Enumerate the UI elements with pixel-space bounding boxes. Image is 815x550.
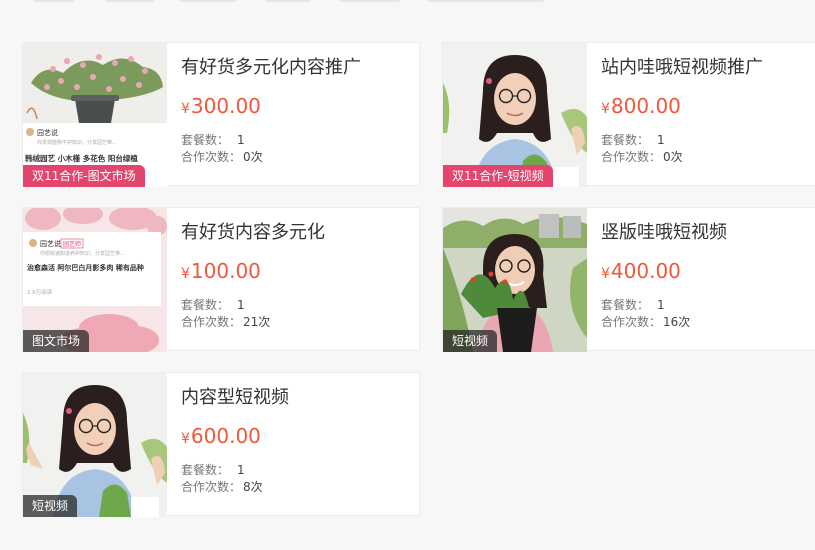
card-title[interactable]: 有好货多元化内容推广: [181, 53, 361, 79]
package-value: 1: [657, 298, 665, 312]
thumb-description: 你想快速知道养护知识，分享园艺带...: [40, 250, 125, 257]
category-tag: 短视频: [23, 495, 78, 517]
card-title[interactable]: 内容型短视频: [181, 383, 289, 409]
package-count: 套餐数： 1: [601, 131, 665, 148]
thumb-caption: 治愈森活 阿尔巴白月影多肉 稀有品种: [27, 263, 144, 272]
package-label: 套餐数：: [181, 463, 230, 477]
card-title[interactable]: 站内哇哦短视频推广: [601, 53, 763, 79]
card-info: 竖版哇哦短视频 ¥400.00 套餐数： 1 合作次数： 16次: [601, 208, 815, 352]
currency-symbol: ¥: [181, 431, 190, 447]
card-info: 站内哇哦短视频推广 ¥800.00 套餐数： 1 合作次数： 0次: [601, 43, 815, 187]
card-thumbnail[interactable]: 短视频: [23, 373, 167, 517]
cooperation-value: 21次: [243, 315, 271, 329]
cooperation-label: 合作次数：: [181, 480, 242, 494]
filter-tab[interactable]: [266, 0, 310, 2]
price-value: 400.00: [610, 259, 681, 283]
cooperation-value: 16次: [663, 315, 691, 329]
price-value: 800.00: [610, 94, 681, 118]
package-value: 1: [237, 463, 245, 477]
card-price: ¥600.00: [181, 424, 261, 448]
price-value: 300.00: [190, 94, 261, 118]
category-tag: 双11合作-图文市场: [23, 165, 145, 187]
package-value: 1: [237, 298, 245, 312]
filter-tab[interactable]: [428, 0, 544, 2]
thumb-caption: 韩绒园艺 小木槿 多花色 阳台绿植: [25, 153, 138, 163]
card-thumbnail[interactable]: 园艺说 你发现植物不护知识，分享园艺带... 韩绒园艺 小木槿 多花色 阳台绿植…: [23, 43, 167, 187]
thumb-views: 2.6万阅读: [27, 288, 53, 296]
card-price: ¥300.00: [181, 94, 261, 118]
filter-tab[interactable]: [340, 0, 400, 2]
filter-tab[interactable]: [34, 0, 74, 2]
service-card[interactable]: 短视频 内容型短视频 ¥600.00 套餐数： 1 合作次数： 8次: [22, 372, 420, 517]
package-value: 1: [657, 133, 665, 147]
currency-symbol: ¥: [181, 266, 190, 282]
currency-symbol: ¥: [181, 101, 190, 117]
service-card[interactable]: 短视频 竖版哇哦短视频 ¥400.00 套餐数： 1 合作次数： 16次: [442, 207, 815, 352]
card-info: 有好货内容多元化 ¥100.00 套餐数： 1 合作次数： 21次: [181, 208, 419, 352]
package-label: 套餐数：: [181, 298, 230, 312]
cooperation-value: 0次: [663, 150, 683, 164]
card-thumbnail[interactable]: 短视频: [443, 208, 587, 352]
cooperation-value: 0次: [243, 150, 263, 164]
cooperation-count: 合作次数： 0次: [601, 148, 683, 165]
card-info: 有好货多元化内容推广 ¥300.00 套餐数： 1 合作次数： 0次: [181, 43, 419, 187]
card-title[interactable]: 有好货内容多元化: [181, 218, 325, 244]
filter-tab[interactable]: [180, 0, 236, 2]
top-filter-tabs: [0, 0, 815, 6]
filter-tab[interactable]: [106, 0, 154, 2]
card-title[interactable]: 竖版哇哦短视频: [601, 218, 727, 244]
package-label: 套餐数：: [601, 298, 650, 312]
cooperation-count: 合作次数： 0次: [181, 148, 263, 165]
currency-symbol: ¥: [601, 266, 610, 282]
cooperation-label: 合作次数：: [601, 150, 662, 164]
thumb-account-name: 园艺说: [37, 128, 58, 137]
service-card[interactable]: 园艺说 园艺师 你想快速知道养护知识，分享园艺带... 治愈森活 阿尔巴白月影多…: [22, 207, 420, 352]
category-tag: 双11合作-短视频: [443, 165, 553, 187]
package-count: 套餐数： 1: [181, 296, 245, 313]
price-value: 600.00: [190, 424, 261, 448]
cooperation-label: 合作次数：: [601, 315, 662, 329]
category-tag: 图文市场: [23, 330, 90, 352]
cooperation-label: 合作次数：: [181, 315, 242, 329]
package-label: 套餐数：: [601, 133, 650, 147]
package-count: 套餐数： 1: [181, 131, 245, 148]
package-count: 套餐数： 1: [601, 296, 665, 313]
package-label: 套餐数：: [181, 133, 230, 147]
card-thumbnail[interactable]: 园艺说 园艺师 你想快速知道养护知识，分享园艺带... 治愈森活 阿尔巴白月影多…: [23, 208, 167, 352]
cooperation-count: 合作次数： 16次: [601, 313, 690, 330]
card-price: ¥100.00: [181, 259, 261, 283]
thumb-description: 你发现植物不护知识，分享园艺带...: [37, 139, 117, 146]
cooperation-label: 合作次数：: [181, 150, 242, 164]
thumb-account-name: 园艺说: [40, 239, 61, 248]
card-price: ¥800.00: [601, 94, 681, 118]
card-thumbnail[interactable]: 双11合作-短视频: [443, 43, 587, 187]
thumb-badge: 园艺师: [63, 240, 81, 248]
package-count: 套餐数： 1: [181, 461, 245, 478]
cooperation-count: 合作次数： 8次: [181, 478, 263, 495]
price-value: 100.00: [190, 259, 261, 283]
card-info: 内容型短视频 ¥600.00 套餐数： 1 合作次数： 8次: [181, 373, 419, 517]
service-card[interactable]: 园艺说 你发现植物不护知识，分享园艺带... 韩绒园艺 小木槿 多花色 阳台绿植…: [22, 42, 420, 187]
cooperation-count: 合作次数： 21次: [181, 313, 270, 330]
currency-symbol: ¥: [601, 101, 610, 117]
category-tag: 短视频: [443, 330, 498, 352]
package-value: 1: [237, 133, 245, 147]
service-card[interactable]: 双11合作-短视频 站内哇哦短视频推广 ¥800.00 套餐数： 1 合作次数： 0…: [442, 42, 815, 187]
card-price: ¥400.00: [601, 259, 681, 283]
cooperation-value: 8次: [243, 480, 263, 494]
